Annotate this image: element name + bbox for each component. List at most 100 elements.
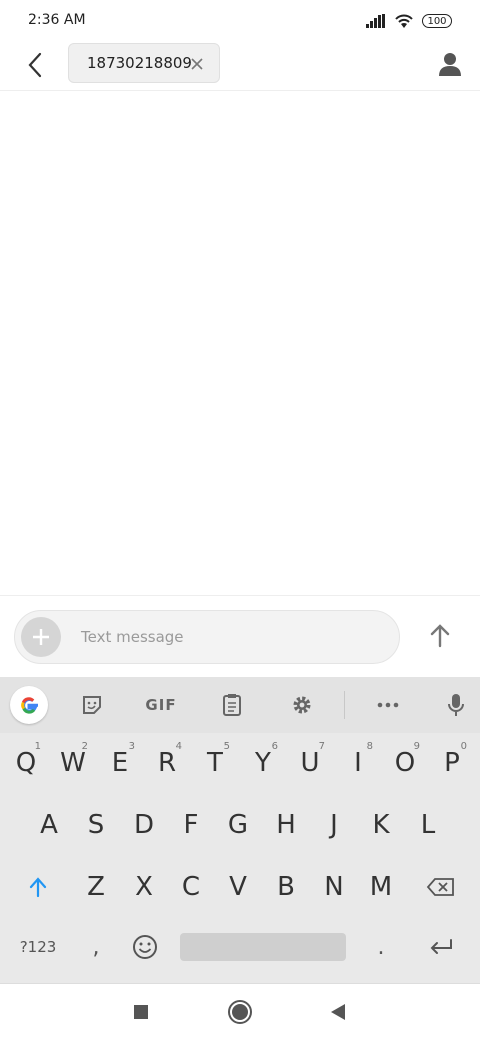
- clipboard-button[interactable]: [216, 687, 248, 723]
- key-label: K: [372, 810, 390, 840]
- key-d[interactable]: D: [121, 797, 167, 853]
- sticker-icon: [83, 696, 101, 714]
- return-icon: [430, 939, 452, 954]
- key-a[interactable]: A: [26, 797, 72, 853]
- wifi-icon: [395, 14, 413, 28]
- key-t[interactable]: T5: [192, 735, 238, 791]
- more-button[interactable]: [372, 687, 404, 723]
- key-p[interactable]: P0: [429, 735, 475, 791]
- key-w[interactable]: W2: [50, 735, 96, 791]
- plus-icon: [33, 629, 49, 645]
- voice-button[interactable]: [440, 687, 472, 723]
- key-label: S: [87, 810, 105, 840]
- key-label: U: [300, 748, 320, 778]
- key-n[interactable]: N: [311, 859, 357, 915]
- key-z[interactable]: Z: [73, 859, 119, 915]
- triangle-back-icon: [331, 1004, 345, 1020]
- battery-level: 100: [427, 15, 447, 27]
- recipient-number: 18730218809: [87, 54, 192, 72]
- key-c[interactable]: C: [168, 859, 214, 915]
- key-i[interactable]: I8: [335, 735, 381, 791]
- key-g[interactable]: G: [215, 797, 261, 853]
- key-label: T: [207, 748, 223, 778]
- message-placeholder: Text message: [81, 628, 184, 646]
- home-button[interactable]: [226, 998, 254, 1026]
- key-label: R: [157, 748, 177, 778]
- key-m[interactable]: M: [358, 859, 404, 915]
- settings-button[interactable]: [286, 687, 318, 723]
- gif-label: GIF: [145, 696, 177, 714]
- key-r[interactable]: R4: [144, 735, 190, 791]
- gif-button[interactable]: GIF: [138, 687, 184, 723]
- home-circle-icon: [228, 1000, 252, 1024]
- clipboard-icon: [223, 694, 241, 716]
- key-h[interactable]: H: [263, 797, 309, 853]
- back-nav-button[interactable]: [327, 1000, 349, 1024]
- key-hint: 5: [223, 741, 230, 752]
- key-label: M: [369, 872, 393, 902]
- emoji-icon: [133, 935, 157, 959]
- toolbar-divider: [344, 691, 345, 719]
- more-horizontal-icon: [377, 702, 399, 708]
- key-label: V: [229, 872, 247, 902]
- key-y[interactable]: Y6: [240, 735, 286, 791]
- enter-key[interactable]: [418, 919, 464, 975]
- keyboard-toolbar: GIF: [0, 677, 480, 733]
- space-bar[interactable]: [180, 933, 346, 961]
- key-q[interactable]: Q1: [3, 735, 49, 791]
- gear-icon: [293, 696, 311, 714]
- comma-key[interactable]: ,: [76, 919, 116, 975]
- key-v[interactable]: V: [215, 859, 261, 915]
- period-label: .: [377, 934, 385, 960]
- key-label: C: [181, 872, 201, 902]
- recents-button[interactable]: [130, 1000, 152, 1024]
- key-label: X: [135, 872, 153, 902]
- key-hint: 6: [271, 741, 278, 752]
- key-e[interactable]: E3: [97, 735, 143, 791]
- emoji-key[interactable]: [124, 919, 166, 975]
- backspace-key[interactable]: [418, 859, 464, 915]
- shift-key[interactable]: [15, 859, 61, 915]
- composer-bar: Text message: [0, 595, 480, 678]
- period-key[interactable]: .: [360, 919, 402, 975]
- recipient-chip[interactable]: 18730218809: [68, 43, 220, 83]
- key-b[interactable]: B: [263, 859, 309, 915]
- key-k[interactable]: K: [358, 797, 404, 853]
- shift-arrow-icon: [29, 877, 47, 898]
- key-l[interactable]: L: [405, 797, 451, 853]
- key-s[interactable]: S: [73, 797, 119, 853]
- send-button[interactable]: [424, 620, 456, 652]
- key-u[interactable]: U7: [287, 735, 333, 791]
- battery-icon: 100: [422, 14, 452, 28]
- key-label: N: [324, 872, 344, 902]
- key-hint: 7: [318, 741, 325, 752]
- attach-button[interactable]: [21, 617, 61, 657]
- key-f[interactable]: F: [168, 797, 214, 853]
- back-button[interactable]: [20, 50, 50, 80]
- conversation-header: 18730218809: [0, 40, 480, 91]
- google-button[interactable]: [10, 686, 48, 724]
- sticker-button[interactable]: [76, 687, 108, 723]
- microphone-icon: [448, 694, 464, 716]
- key-x[interactable]: X: [121, 859, 167, 915]
- key-label: B: [277, 872, 295, 902]
- backspace-icon: [426, 878, 454, 896]
- key-hint: 2: [81, 741, 88, 752]
- key-label: G: [227, 810, 249, 840]
- key-hint: 9: [413, 741, 420, 752]
- contact-icon[interactable]: [436, 50, 464, 78]
- key-hint: 0: [460, 741, 467, 752]
- message-input[interactable]: Text message: [14, 610, 400, 664]
- key-label: E: [111, 748, 129, 778]
- key-o[interactable]: O9: [382, 735, 428, 791]
- close-icon[interactable]: [189, 56, 205, 72]
- key-label: D: [133, 810, 155, 840]
- key-j[interactable]: J: [311, 797, 357, 853]
- google-icon: [21, 697, 38, 714]
- key-label: Z: [87, 872, 105, 902]
- symbols-key[interactable]: ?123: [12, 919, 64, 975]
- key-hint: 4: [175, 741, 182, 752]
- key-label: H: [276, 810, 296, 840]
- chevron-left-icon: [28, 52, 42, 78]
- key-hint: 3: [128, 741, 135, 752]
